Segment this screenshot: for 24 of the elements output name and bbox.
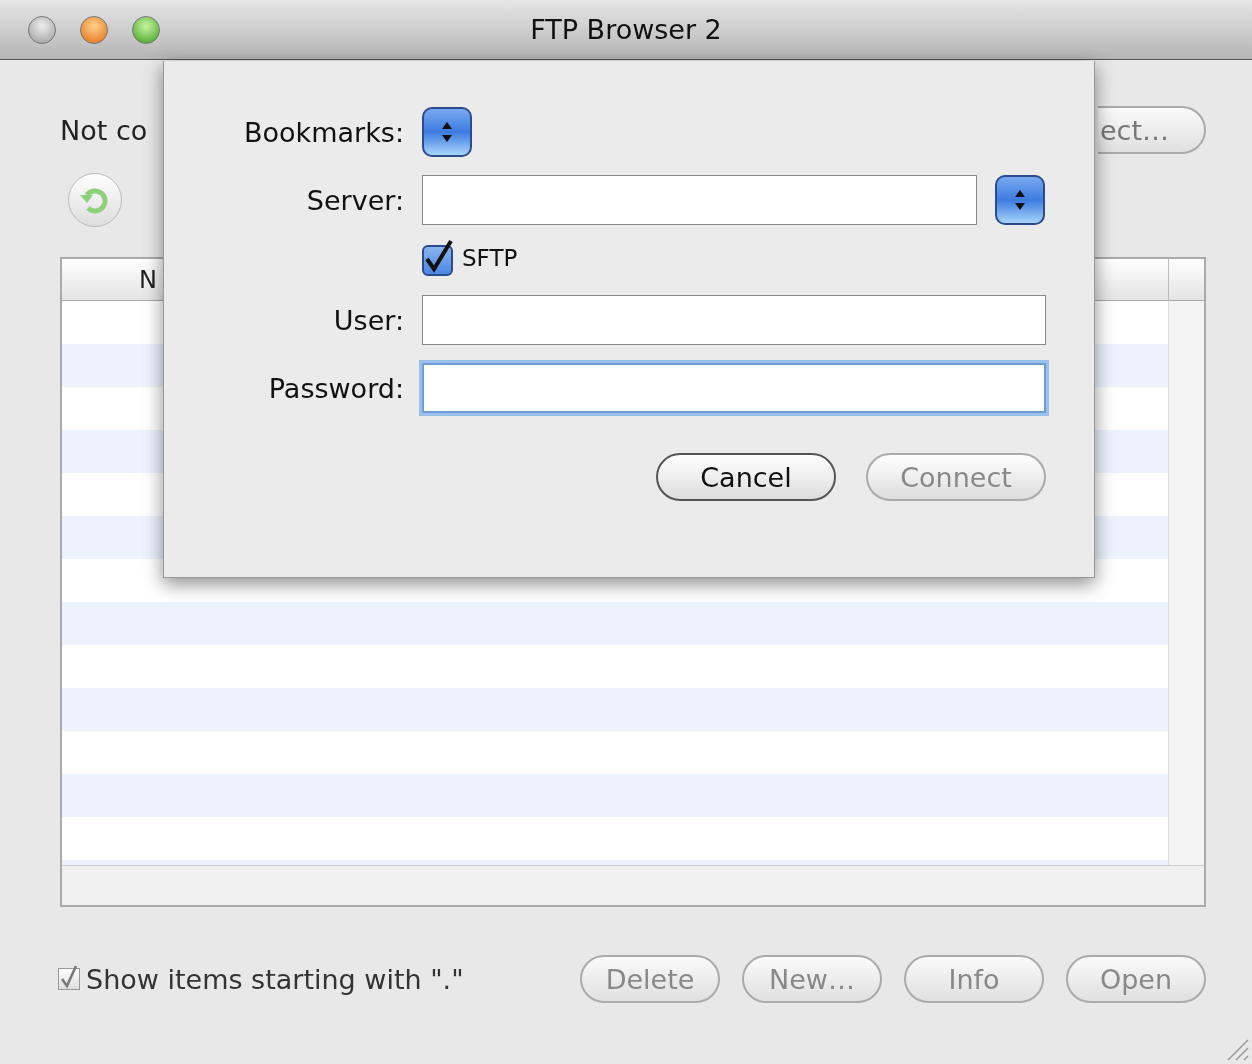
horizontal-scrollbar[interactable] <box>62 865 1204 905</box>
window-title: FTP Browser 2 <box>530 14 722 45</box>
server-field[interactable] <box>422 175 977 225</box>
column-header[interactable]: N <box>62 259 161 300</box>
checkbox-label: SFTP <box>462 245 518 271</box>
input-field[interactable] <box>422 295 1046 345</box>
refresh-button[interactable] <box>68 173 122 227</box>
input-field[interactable] <box>422 363 1046 413</box>
field-label: Bookmarks: <box>243 116 404 148</box>
obscured-button[interactable]: ect… <box>1098 106 1206 154</box>
minimize-button[interactable] <box>80 15 108 44</box>
field-label: Password: <box>267 372 404 404</box>
bookmarks-popup[interactable] <box>422 107 472 157</box>
zoom-button[interactable] <box>132 15 160 44</box>
field-label: User: <box>332 304 404 336</box>
close-button[interactable] <box>28 15 56 44</box>
vertical-scrollbar[interactable] <box>1168 301 1204 865</box>
server-dropdown[interactable] <box>995 175 1045 225</box>
checkbox-label: Show items starting with "." <box>86 963 464 995</box>
field-label: Server: <box>305 184 404 216</box>
dialog-button[interactable]: Cancel <box>656 453 836 501</box>
sftp-checkbox[interactable] <box>422 239 454 277</box>
show-hidden-checkbox[interactable] <box>58 968 80 990</box>
status-text: Not co <box>60 114 148 146</box>
